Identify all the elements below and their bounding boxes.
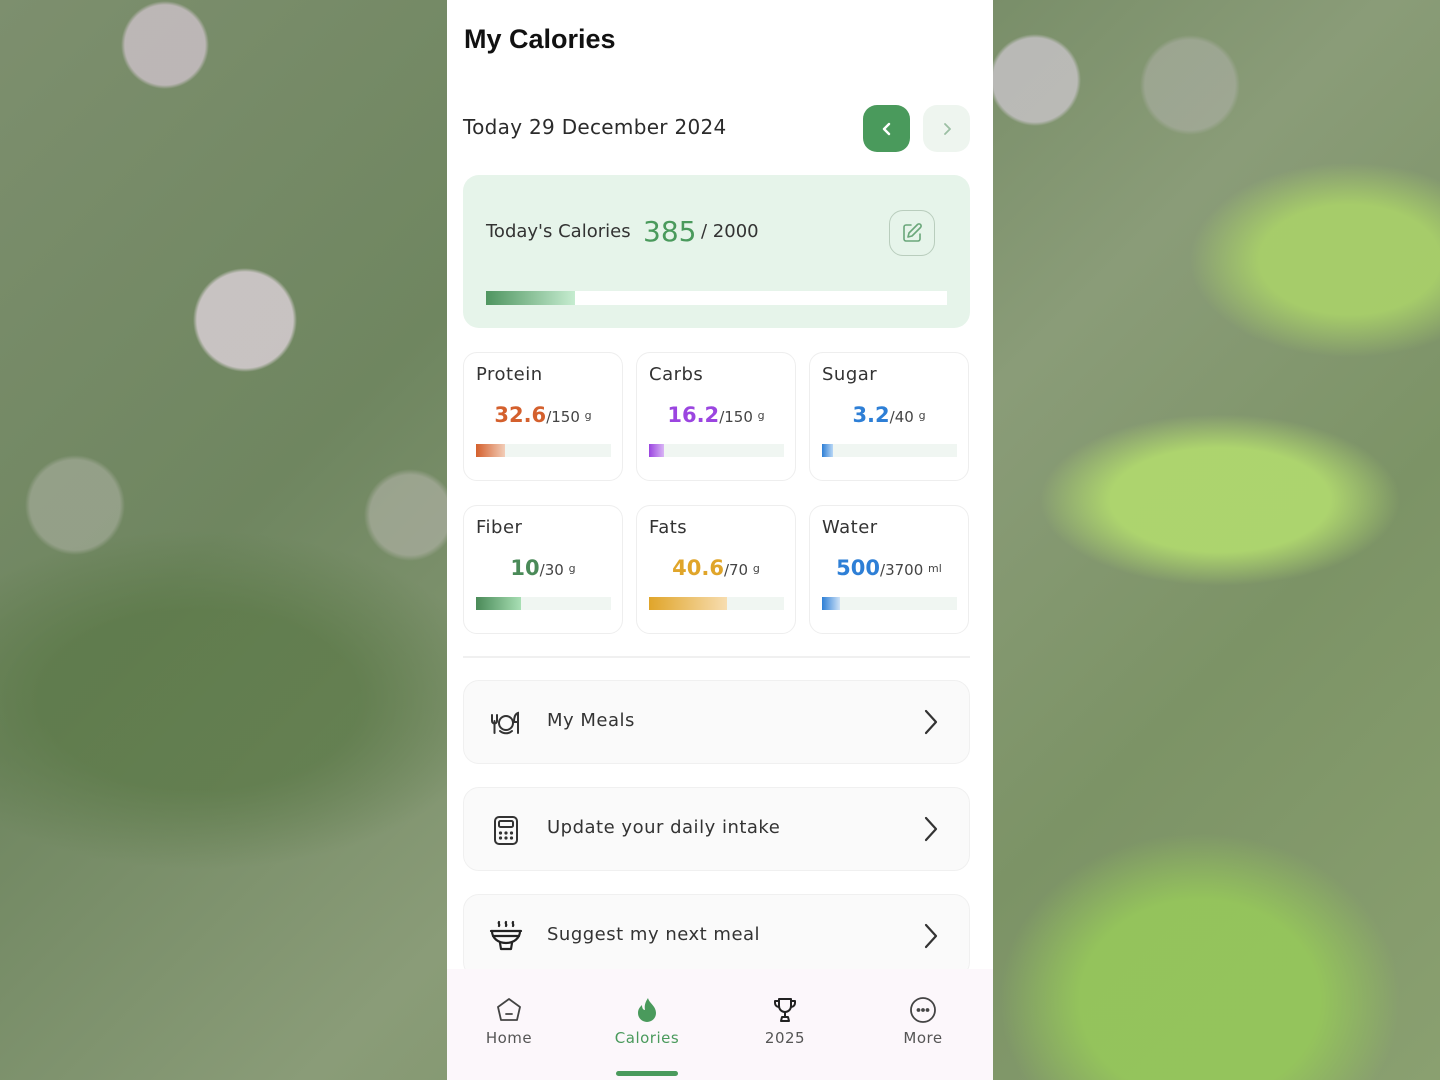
nutrient-name: Water <box>822 517 878 538</box>
nutrient-name: Carbs <box>649 364 704 385</box>
nutrient-card-fats: Fats 40.6/70 g <box>636 505 796 634</box>
tab-2025-label: 2025 <box>764 1029 806 1047</box>
nutrient-progress-bar <box>649 444 784 457</box>
tab-more[interactable]: More <box>858 995 988 1047</box>
calories-progress-bar <box>486 291 947 305</box>
nutrient-target: /40 <box>889 408 914 426</box>
nutrient-target: /70 <box>723 561 749 579</box>
more-icon <box>910 997 936 1023</box>
calories-label: Today's Calories <box>486 221 631 242</box>
nutrient-value: 10 <box>510 556 540 580</box>
nutrient-unit: g <box>568 562 576 575</box>
tab-2025[interactable]: 2025 <box>720 995 850 1047</box>
tab-home-label: Home <box>485 1029 533 1047</box>
nutrient-name: Fiber <box>476 517 523 538</box>
nutrient-progress-fill <box>649 597 728 610</box>
tab-calories-label: Calories <box>614 1029 680 1047</box>
nutrient-card-protein: Protein 32.6/150 g <box>463 352 623 481</box>
nutrient-name: Fats <box>649 517 688 538</box>
flame-icon <box>638 998 656 1022</box>
page-title: My Calories <box>464 24 616 54</box>
nutrient-amount: 32.6/150 g <box>464 403 622 427</box>
edit-calories-button[interactable] <box>889 210 935 256</box>
home-icon <box>497 998 521 1021</box>
nutrient-unit: ml <box>928 562 942 575</box>
edit-icon <box>903 223 922 242</box>
nutrient-progress-bar <box>822 597 957 610</box>
nutrient-card-sugar: Sugar 3.2/40 g <box>809 352 969 481</box>
nutrient-progress-bar <box>822 444 957 457</box>
trophy-icon <box>774 998 796 1022</box>
nutrient-progress-fill <box>822 444 833 457</box>
nutrient-unit: g <box>584 409 592 422</box>
tab-calories[interactable]: Calories <box>582 995 712 1047</box>
calories-value: 385 <box>643 215 697 248</box>
chevron-right-icon <box>924 709 938 735</box>
nutrient-progress-fill <box>476 444 506 457</box>
nutrient-name: Protein <box>476 364 543 385</box>
next-day-button[interactable] <box>923 105 970 152</box>
nutrient-progress-fill <box>476 597 521 610</box>
calories-summary-card: Today's Calories 385 / 2000 <box>463 175 970 328</box>
bottom-tab-bar: Home Calories 2025 More <box>447 969 993 1080</box>
calories-target: / 2000 <box>701 221 759 242</box>
nutrient-value: 500 <box>836 556 881 580</box>
active-tab-indicator <box>616 1071 678 1076</box>
nutrient-target: /150 <box>719 408 753 426</box>
nutrient-card-carbs: Carbs 16.2/150 g <box>636 352 796 481</box>
current-date: Today 29 December 2024 <box>463 115 727 139</box>
nutrient-card-fiber: Fiber 10/30 g <box>463 505 623 634</box>
nutrient-target: /150 <box>546 408 580 426</box>
update-daily-intake-button[interactable]: Update your daily intake <box>463 787 970 871</box>
tab-more-label: More <box>903 1029 943 1047</box>
nutrient-card-water: Water 500/3700 ml <box>809 505 969 634</box>
section-divider <box>463 656 970 658</box>
update-daily-intake-label: Update your daily intake <box>547 817 781 838</box>
nutrient-value: 16.2 <box>667 403 720 427</box>
nutrient-value: 32.6 <box>494 403 547 427</box>
nutrient-amount: 3.2/40 g <box>810 403 968 427</box>
nutrient-progress-fill <box>822 597 841 610</box>
nutrient-unit: g <box>757 409 765 422</box>
my-meals-label: My Meals <box>547 710 635 731</box>
calories-progress-fill <box>486 291 575 305</box>
hot-bowl-icon <box>489 920 523 951</box>
nutrient-unit: g <box>918 409 926 422</box>
nutrient-amount: 10/30 g <box>464 556 622 580</box>
my-meals-button[interactable]: My Meals <box>463 680 970 764</box>
nutrient-amount: 40.6/70 g <box>637 556 795 580</box>
nutrient-value: 40.6 <box>672 556 724 580</box>
suggest-next-meal-label: Suggest my next meal <box>547 924 761 945</box>
plate-cutlery-icon <box>491 711 519 735</box>
chevron-right-icon <box>924 923 938 949</box>
nutrient-progress-fill <box>649 444 664 457</box>
nutrient-progress-bar <box>649 597 784 610</box>
nutrient-amount: 16.2/150 g <box>637 403 795 427</box>
chevron-right-icon <box>924 816 938 842</box>
app-screen: My Calories Today 29 December 2024 Today… <box>447 0 993 1080</box>
chevron-right-icon <box>943 122 951 135</box>
nutrient-progress-bar <box>476 597 611 610</box>
tab-home[interactable]: Home <box>447 995 574 1047</box>
chevron-left-icon <box>882 122 890 135</box>
nutrient-value: 3.2 <box>852 403 890 427</box>
nutrient-amount: 500/3700 ml <box>810 556 968 580</box>
nutrient-name: Sugar <box>822 364 878 385</box>
nutrient-progress-bar <box>476 444 611 457</box>
calculator-icon <box>494 816 518 845</box>
suggest-next-meal-button[interactable]: Suggest my next meal <box>463 894 970 978</box>
nutrient-unit: g <box>752 562 760 575</box>
nutrient-target: /3700 <box>880 561 924 579</box>
nutrient-target: /30 <box>539 561 564 579</box>
previous-day-button[interactable] <box>863 105 910 152</box>
